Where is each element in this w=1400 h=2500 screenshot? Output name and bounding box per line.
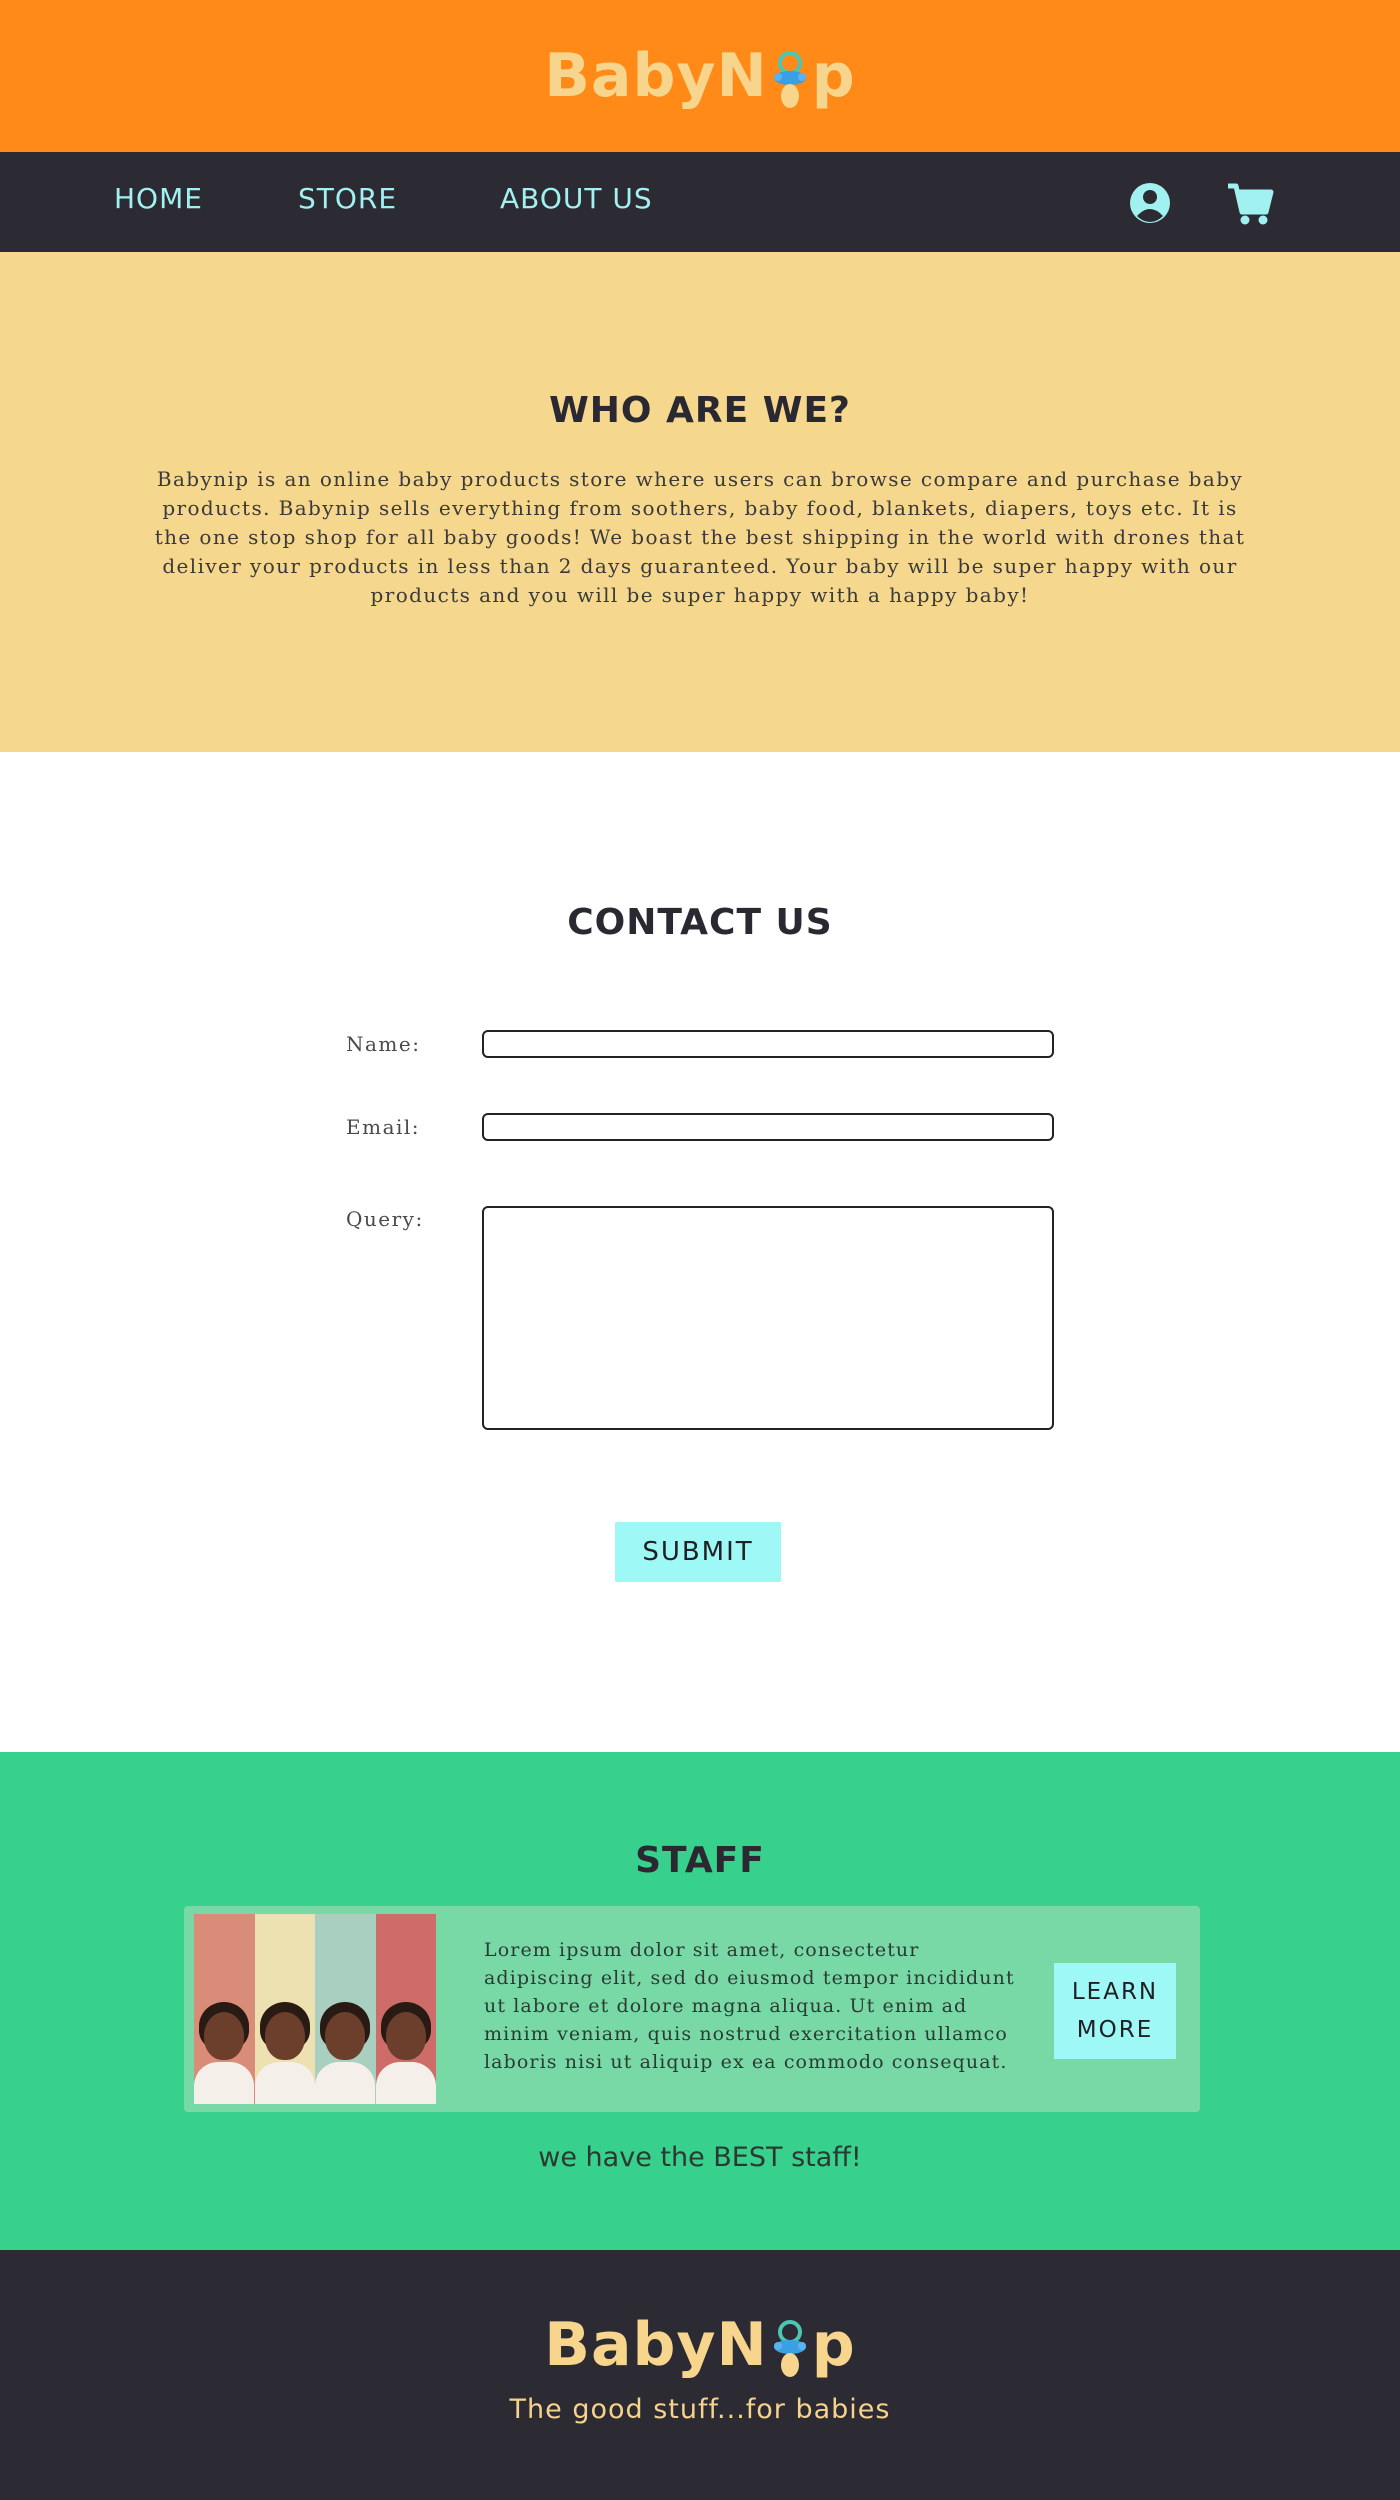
brand-logo[interactable]: BabyN p: [544, 41, 855, 111]
top-header: BabyN p: [0, 0, 1400, 152]
about-title: WHO ARE WE?: [549, 390, 851, 431]
footer-tagline: The good stuff...for babies: [509, 2394, 891, 2425]
footer-logo-text-left: BabyN: [544, 2310, 768, 2380]
staff-photo-strip: [254, 1914, 315, 2104]
footer-logo[interactable]: BabyN p: [0, 2310, 1400, 2380]
staff-tagline: we have the BEST staff!: [538, 2142, 862, 2173]
about-section: WHO ARE WE? Babynip is an online baby pr…: [0, 252, 1400, 752]
footer-logo-text-right: p: [811, 2310, 856, 2380]
nav-store-link[interactable]: STORE: [298, 182, 397, 215]
learn-more-button[interactable]: LEARN MORE: [1054, 1963, 1176, 2059]
nav-home-link[interactable]: HOME: [114, 182, 203, 215]
staff-photo-strip: [375, 1914, 436, 2104]
name-label: Name:: [346, 1032, 421, 1056]
submit-button[interactable]: SUBMIT: [615, 1522, 781, 1582]
email-input[interactable]: [482, 1113, 1054, 1141]
name-input[interactable]: [482, 1030, 1054, 1058]
learn-more-line1: LEARN: [1071, 1979, 1159, 2005]
contact-title: CONTACT US: [567, 902, 833, 943]
shopping-cart-icon[interactable]: [1224, 178, 1276, 228]
staff-photo-strip: [315, 1914, 376, 2104]
user-circle-icon[interactable]: [1124, 178, 1176, 228]
staff-title: STAFF: [635, 1840, 765, 1881]
staff-description: Lorem ipsum dolor sit amet, consectetur …: [484, 1939, 1015, 2073]
query-label: Query:: [346, 1207, 424, 1231]
logo-text-left: BabyN: [544, 41, 768, 111]
pacifier-icon: [773, 2320, 806, 2377]
footer: BabyN p The good stuff...for babies: [0, 2250, 1400, 2500]
query-textarea[interactable]: [482, 1206, 1054, 1430]
staff-photo-strip: [194, 1914, 255, 2104]
learn-more-line2: MORE: [1076, 2017, 1154, 2043]
main-nav: HOME STORE ABOUT US: [0, 152, 1400, 252]
email-label: Email:: [346, 1115, 421, 1139]
staff-photo: [194, 1914, 436, 2104]
staff-section: STAFF Lorem ipsum dolor sit amet, consec…: [0, 1752, 1400, 2250]
nav-about-link[interactable]: ABOUT US: [500, 182, 653, 215]
pacifier-icon: [773, 51, 806, 108]
contact-section: CONTACT US Name: Email: Query: SUBMIT: [0, 752, 1400, 1752]
logo-text-right: p: [811, 41, 856, 111]
staff-card: Lorem ipsum dolor sit amet, consectetur …: [184, 1906, 1200, 2112]
about-text: Babynip is an online baby products store…: [154, 467, 1246, 607]
